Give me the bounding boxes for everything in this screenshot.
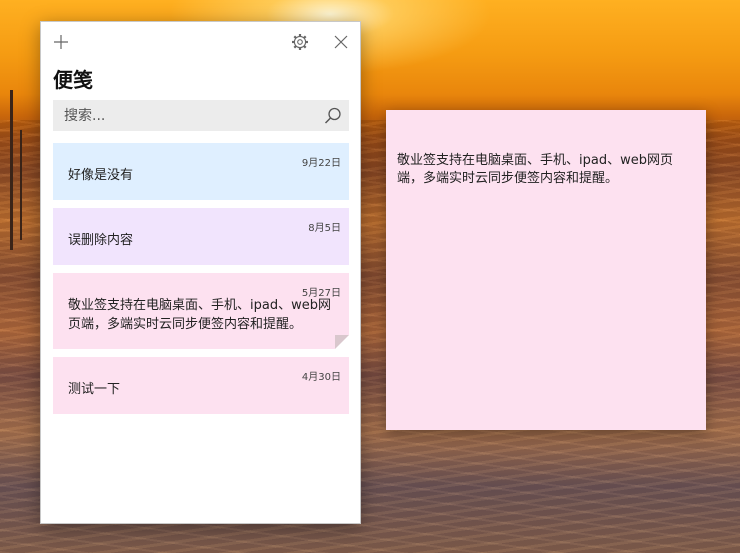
note-text: 好像是没有: [68, 168, 134, 183]
note-card-selected[interactable]: 5月27日 敬业签支持在电脑桌面、手机、ipad、web网页端，多端实时云同步便…: [53, 273, 349, 349]
titlebar: [41, 22, 360, 60]
gear-icon: [292, 34, 308, 50]
close-button[interactable]: [330, 31, 352, 53]
app-title: 便笺: [53, 68, 93, 92]
note-text: 测试一下: [68, 382, 121, 397]
desktop-background: 便笺 9月22日 好像是没有 8月5日 误删除内容 5月27日 敬业签支持在电脑…: [0, 0, 740, 553]
fence-post: [10, 90, 13, 250]
note-card[interactable]: 4月30日 测试一下: [53, 357, 349, 414]
note-text: 误删除内容: [68, 233, 134, 248]
search-button[interactable]: [323, 106, 343, 126]
note-text: 敬业签支持在电脑桌面、手机、ipad、web网页端，多端实时云同步便签内容和提醒…: [68, 298, 331, 332]
close-icon: [334, 35, 348, 49]
new-note-button[interactable]: [50, 31, 72, 53]
notes-list-window: 便笺 9月22日 好像是没有 8月5日 误删除内容 5月27日 敬业签支持在电脑…: [40, 21, 361, 524]
search-icon: [324, 107, 341, 124]
plus-icon: [54, 35, 68, 49]
search-box: [53, 100, 349, 131]
sticky-note-text[interactable]: 敬业签支持在电脑桌面、手机、ipad、web网页端，多端实时云同步便签内容和提醒…: [397, 152, 693, 188]
note-card[interactable]: 9月22日 好像是没有: [53, 143, 349, 200]
search-input[interactable]: [53, 100, 313, 131]
note-card[interactable]: 8月5日 误删除内容: [53, 208, 349, 265]
settings-button[interactable]: [289, 31, 311, 53]
open-sticky-note[interactable]: 敬业签支持在电脑桌面、手机、ipad、web网页端，多端实时云同步便签内容和提醒…: [386, 110, 706, 430]
fence-post: [20, 130, 22, 240]
selected-note-fold: [335, 335, 349, 349]
